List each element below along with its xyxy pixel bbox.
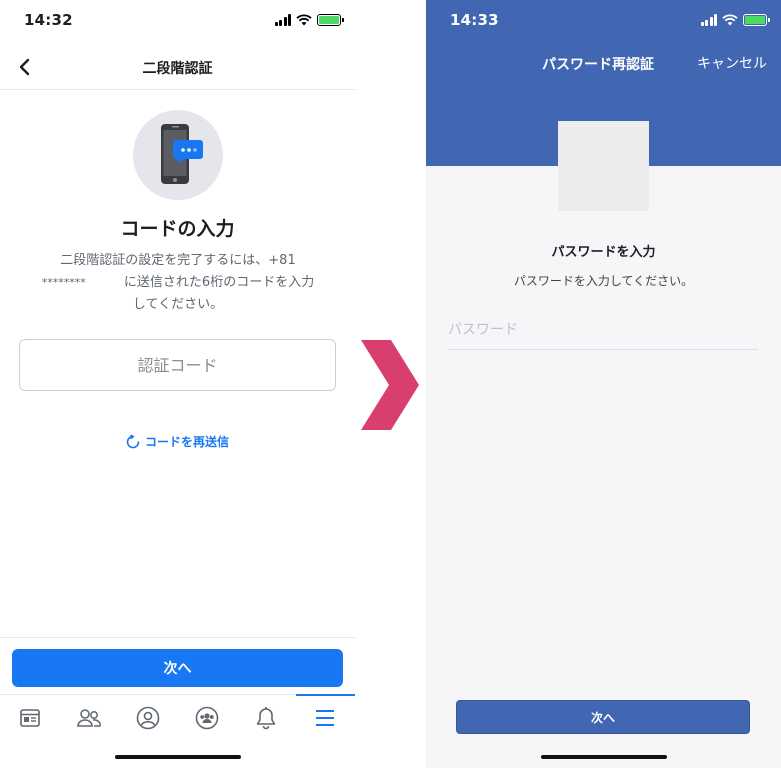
news-feed-icon (19, 708, 40, 727)
instruction-line-2: ******** に送信された6桁のコードを入力 (22, 272, 334, 294)
resend-code-link[interactable]: コードを再送信 (0, 433, 355, 450)
bell-icon (256, 706, 276, 729)
tab-groups[interactable] (178, 695, 237, 740)
status-bar: 14:33 (426, 0, 781, 44)
verification-code-input[interactable] (19, 339, 336, 391)
menu-icon (316, 709, 335, 726)
bottom-tab-bar (0, 694, 355, 740)
status-icons (700, 14, 770, 26)
status-bar: 14:32 (0, 0, 355, 44)
tab-friends[interactable] (59, 695, 118, 740)
navigation-bar: 二段階認証 (0, 44, 355, 90)
masked-phone-number: ******** (41, 276, 86, 289)
signal-icon (700, 14, 717, 26)
battery-icon (317, 14, 344, 26)
wifi-icon (722, 14, 738, 26)
home-indicator (540, 755, 667, 759)
signal-icon (274, 14, 291, 26)
phone-message-illustration (133, 110, 223, 200)
next-button[interactable]: 次へ (456, 700, 750, 734)
groups-icon (195, 706, 219, 729)
page-title: パスワード再認証 (542, 57, 654, 73)
smartphone-chat-icon (161, 124, 203, 184)
password-instruction-text: パスワードを入力してください。 (513, 274, 694, 288)
instruction-line-2-text: に送信された6桁のコードを入力 (123, 275, 315, 290)
instruction-line-1: 二段階認証の設定を完了するには、+81 (60, 253, 296, 268)
password-input[interactable] (448, 310, 758, 350)
next-button[interactable]: 次へ (12, 649, 343, 687)
home-indicator (114, 755, 241, 759)
battery-icon (743, 14, 770, 26)
status-time: 14:32 (24, 11, 73, 29)
chevron-right-icon (361, 340, 419, 430)
enter-code-heading: コードの入力 (120, 218, 235, 240)
refresh-icon (126, 434, 140, 448)
wifi-icon (296, 14, 312, 26)
tab-menu[interactable] (295, 694, 355, 740)
instruction-line-3: してください。 (132, 297, 224, 312)
friends-icon (76, 708, 101, 727)
tab-profile[interactable] (118, 695, 177, 740)
cancel-button[interactable]: キャンセル (697, 53, 767, 73)
status-time: 14:33 (450, 11, 499, 29)
resend-code-label: コードを再送信 (144, 435, 229, 449)
profile-icon (136, 706, 160, 729)
tab-news-feed[interactable] (0, 695, 59, 740)
page-title: 二段階認証 (142, 61, 213, 77)
status-icons (274, 14, 344, 26)
tab-notifications[interactable] (237, 695, 296, 740)
left-phone-screen: 14:32 二段階認証 コードの入力 二段階認証の設定を完了するには、+81 *… (0, 0, 355, 768)
right-phone-screen: 14:33 パスワード再認証 キャンセル パスワードを入力 パスワードを入力して… (426, 0, 781, 768)
enter-password-heading: パスワードを入力 (551, 245, 656, 260)
avatar (558, 121, 649, 211)
instruction-text: 二段階認証の設定を完了するには、+81 ******** に送信された6桁のコー… (22, 250, 334, 316)
